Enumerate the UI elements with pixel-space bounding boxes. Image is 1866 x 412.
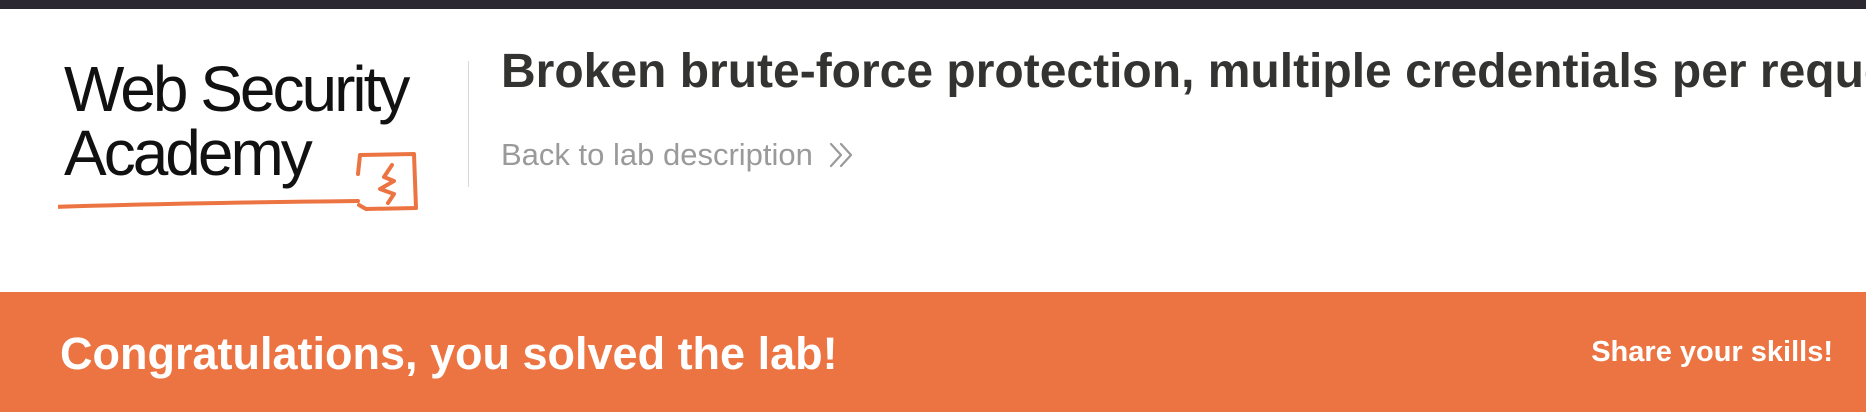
back-to-lab-description-link[interactable]: Back to lab description [501,137,855,173]
double-chevron-right-icon [829,142,853,168]
lab-title: Broken brute-force protection, multiple … [501,45,1866,98]
web-security-academy-logo[interactable]: Web Security Academy [58,53,468,213]
top-strip [0,0,1866,9]
lab-header: Web Security Academy Broken brute-force … [0,9,1866,292]
share-skills-link[interactable]: Share your skills! [1591,336,1833,369]
logo-mark-icon [58,152,418,211]
back-link-label: Back to lab description [501,137,813,172]
header-divider [468,61,469,187]
solved-banner: Congratulations, you solved the lab! Sha… [0,292,1866,412]
solved-message: Congratulations, you solved the lab! [60,328,838,379]
